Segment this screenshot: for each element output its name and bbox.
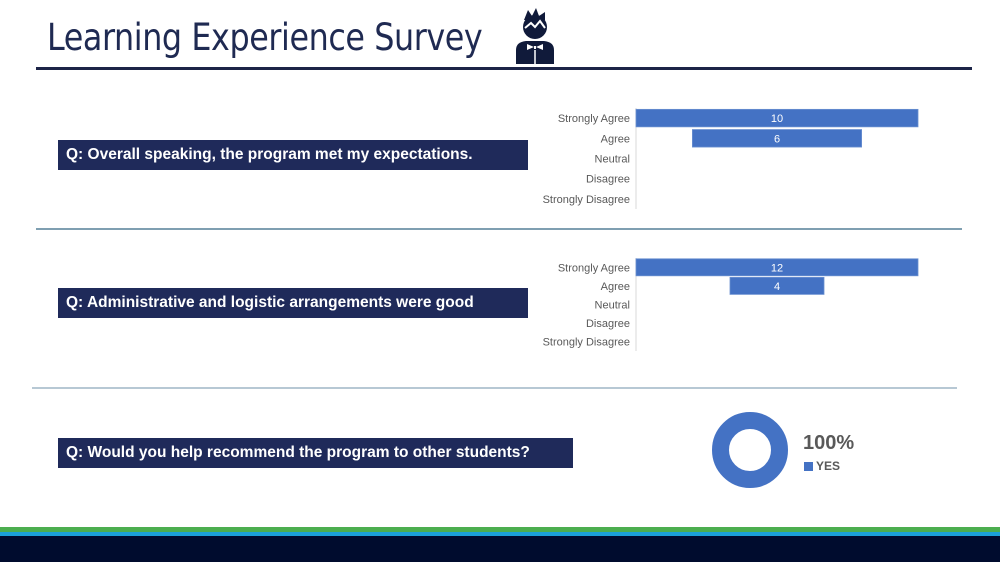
bar-chart-2: Strongly Agree 12 Agree 4 Neutral Disagree Str…: [543, 258, 919, 351]
question-3-label: Q: Would you help recommend the program …: [58, 438, 573, 468]
bar-data-label: 4: [774, 281, 780, 293]
donut-slice-yes: [712, 412, 788, 488]
legend-label-yes: YES: [816, 459, 841, 473]
chart-question-2: Strongly Agree 12 Agree 4 Neutral Disagree Str…: [530, 254, 930, 352]
section-divider-1: [36, 228, 962, 230]
question-2-label: Q: Administrative and logistic arrangeme…: [58, 288, 528, 318]
donut-svg: [712, 412, 788, 488]
bar-chart-1: Strongly Agree 10 Agree 6 Neutral Disagree Str…: [543, 108, 919, 209]
person-bowtie-icon: [516, 8, 554, 64]
category-label: Strongly Disagree: [543, 337, 630, 349]
donut-data-label: 100%: [803, 432, 855, 454]
category-label: Agree: [601, 133, 630, 145]
bar-data-label: 12: [771, 262, 783, 274]
category-label: Disagree: [586, 174, 630, 186]
category-label: Disagree: [586, 318, 630, 330]
bar-data-label: 10: [771, 113, 783, 125]
legend-swatch-yes: [804, 461, 813, 471]
page-title: Learning Experience Survey: [47, 16, 483, 59]
footer-navy-band: [0, 536, 1000, 562]
category-label: Neutral: [595, 300, 630, 312]
question-1-label: Q: Overall speaking, the program met my …: [58, 140, 528, 170]
section-divider-2: [32, 387, 957, 389]
bar-data-label: 6: [774, 133, 780, 145]
category-label: Agree: [601, 281, 630, 293]
category-label: Strongly Agree: [558, 113, 630, 125]
category-label: Neutral: [595, 154, 630, 166]
category-label: Strongly Disagree: [543, 194, 630, 206]
category-label: Strongly Agree: [558, 262, 630, 274]
donut-legend: YES: [804, 459, 840, 473]
title-underline: [36, 67, 972, 70]
chart-question-1: Strongly Agree 10 Agree 6 Neutral Disagree Str…: [530, 104, 930, 210]
